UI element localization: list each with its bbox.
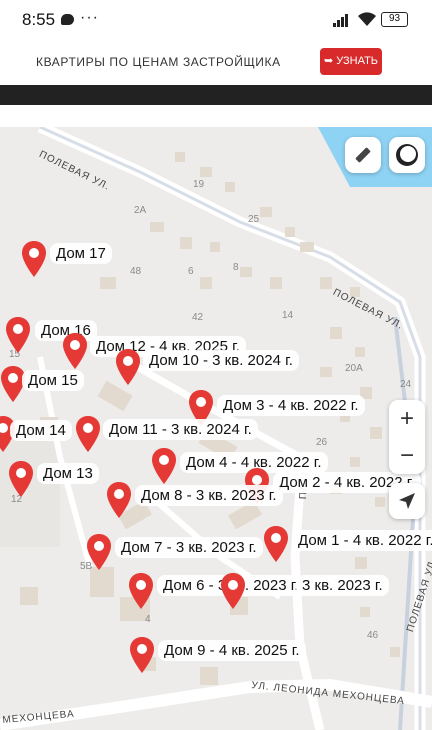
- zoom-controls: + −: [389, 400, 425, 474]
- house-number: 20А: [345, 363, 363, 374]
- pin-label[interactable]: Дом 7 - 3 кв. 2023 г.: [115, 537, 263, 558]
- pin-label[interactable]: Дом 13: [37, 463, 99, 484]
- ruler-button[interactable]: [345, 137, 381, 173]
- house-number: 8: [233, 262, 239, 273]
- learn-more-button[interactable]: ➥ УЗНАТЬ: [320, 48, 382, 75]
- map-pin-icon[interactable]: [220, 572, 246, 610]
- house-number: 14: [282, 310, 294, 321]
- house-number: 48: [130, 266, 142, 277]
- house-number: 2А: [134, 205, 147, 216]
- pin-label[interactable]: Дом 11 - 3 кв. 2024 г.: [103, 419, 258, 440]
- pin-label[interactable]: Дом 1 - 4 кв. 2022 г.: [292, 530, 432, 551]
- map-pin-icon[interactable]: [129, 636, 155, 674]
- house-number: 26: [316, 437, 328, 448]
- signal-icon: [333, 14, 348, 27]
- house-number: 42: [192, 312, 204, 323]
- ruler-icon: [355, 147, 371, 163]
- house-number: 19: [193, 179, 205, 190]
- pin-label[interactable]: Дом 17: [50, 243, 112, 264]
- map-pin-icon[interactable]: [106, 481, 132, 519]
- pin-label[interactable]: Дом 3 - 4 кв. 2022 г.: [217, 395, 365, 416]
- promo-text: КВАРТИРЫ ПО ЦЕНАМ ЗАСТРОЙЩИКА: [36, 55, 281, 69]
- pin-label[interactable]: Дом 8 - 3 кв. 2023 г.: [135, 485, 283, 506]
- map-pin-icon[interactable]: [115, 348, 141, 386]
- reply-arrow-icon: ➥: [323, 55, 334, 67]
- pin-label[interactable]: Дом 14: [10, 420, 72, 441]
- battery-icon: 93: [381, 12, 408, 27]
- house-number: 4: [145, 614, 151, 625]
- pin-label[interactable]: Дом 10 - 3 кв. 2024 г.: [143, 350, 299, 371]
- map-view[interactable]: ПОЛЕВАЯ УЛ. ПОЛЕВАЯ УЛ. ПОЛЕВАЯ УЛ. УЛ. …: [0, 127, 432, 730]
- pin-label[interactable]: Дом 15: [22, 370, 84, 391]
- house-number: 6: [188, 266, 194, 277]
- zoom-out-button[interactable]: −: [389, 437, 425, 474]
- map-pin-icon[interactable]: [62, 332, 88, 370]
- pin-label[interactable]: 3 кв. 2023 г.: [296, 575, 389, 596]
- map-pin-icon[interactable]: [75, 415, 101, 453]
- wifi-icon: [358, 12, 376, 26]
- map-pin-icon[interactable]: [263, 525, 289, 563]
- house-number: 24: [400, 379, 412, 390]
- more-notifications-icon: ···: [80, 9, 99, 26]
- map-pin-icon[interactable]: [151, 447, 177, 485]
- map-pin-icon[interactable]: [128, 572, 154, 610]
- message-icon: [61, 14, 74, 25]
- map-pin-icon[interactable]: [86, 533, 112, 571]
- house-number: 25: [248, 214, 260, 225]
- map-pin-icon[interactable]: [5, 316, 31, 354]
- spacer: [0, 105, 432, 127]
- location-arrow-icon: [399, 493, 415, 509]
- layers-icon: [396, 144, 418, 166]
- learn-more-label: УЗНАТЬ: [336, 55, 379, 67]
- map-pin-icon[interactable]: [8, 460, 34, 498]
- map-pin-icon[interactable]: [21, 240, 47, 278]
- house-number: 46: [367, 630, 379, 641]
- my-location-button[interactable]: [389, 483, 425, 519]
- status-time: 8:55: [22, 10, 56, 29]
- zoom-in-button[interactable]: +: [389, 400, 425, 437]
- layers-button[interactable]: [389, 137, 425, 173]
- pin-label[interactable]: Дом 9 - 4 кв. 2025 г.: [158, 640, 306, 661]
- ad-divider: [0, 85, 432, 105]
- status-bar: 8:55 ··· 93: [0, 0, 432, 40]
